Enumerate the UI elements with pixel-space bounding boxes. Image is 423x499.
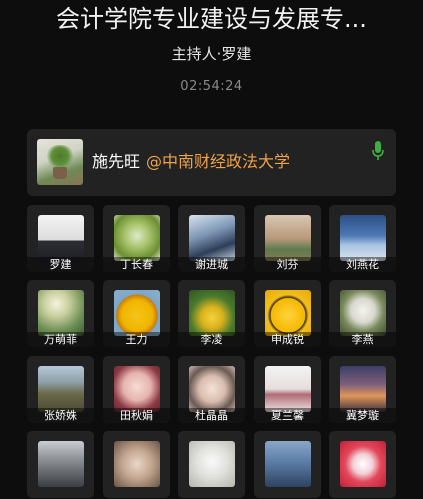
participant-name: 李凌 — [178, 332, 245, 347]
participant-tile[interactable] — [254, 431, 321, 498]
participant-avatar — [189, 290, 235, 336]
participant-tile[interactable] — [27, 431, 94, 498]
participant-tile[interactable]: 王力 — [103, 280, 170, 347]
speaker-info: 施先旺 @中南财经政法大学 — [92, 150, 290, 174]
participant-avatar — [38, 215, 84, 261]
participant-avatar — [340, 441, 386, 487]
participant-avatar — [38, 441, 84, 487]
participant-tile[interactable]: 谢进城 — [178, 205, 245, 272]
participant-avatar — [114, 441, 160, 487]
participant-avatar — [38, 366, 84, 412]
participant-name: 夏兰馨 — [254, 408, 321, 423]
participant-tile[interactable]: 刘芬 — [254, 205, 321, 272]
participant-avatar — [265, 366, 311, 412]
participant-tile[interactable] — [103, 431, 170, 498]
host-label: 主持人·罗建 — [171, 45, 252, 63]
participant-avatar — [265, 290, 311, 336]
participant-avatar — [114, 366, 160, 412]
participant-tile[interactable]: 杜晶晶 — [178, 356, 245, 423]
meeting-timer: 02:54:24 — [180, 79, 243, 94]
participant-tile[interactable]: 冀梦璇 — [329, 356, 396, 423]
participant-avatar — [265, 215, 311, 261]
mic-icon — [372, 141, 384, 160]
participant-tile[interactable]: 张娇姝 — [27, 356, 94, 423]
participant-tile[interactable] — [178, 431, 245, 498]
participant-name: 丁长春 — [103, 257, 170, 272]
participant-name: 谢进城 — [178, 257, 245, 272]
participant-avatar — [340, 290, 386, 336]
speaker-organization: @中南财经政法大学 — [146, 152, 291, 171]
participant-tile[interactable]: 万萌菲 — [27, 280, 94, 347]
participant-avatar — [38, 290, 84, 336]
participant-tile[interactable]: 罗建 — [27, 205, 94, 272]
participant-avatar — [189, 366, 235, 412]
participant-tile[interactable]: 申成锐 — [254, 280, 321, 347]
participant-avatar — [189, 215, 235, 261]
participant-name: 刘燕花 — [329, 257, 396, 272]
participant-tile[interactable] — [329, 431, 396, 498]
participant-name: 刘芬 — [254, 257, 321, 272]
participant-name: 李燕 — [329, 332, 396, 347]
speaker-name: 施先旺 — [92, 152, 141, 171]
participant-tile[interactable]: 李燕 — [329, 280, 396, 347]
participant-name: 张娇姝 — [27, 408, 94, 423]
participant-tile[interactable]: 刘燕花 — [329, 205, 396, 272]
participant-tile[interactable]: 李凌 — [178, 280, 245, 347]
participant-tile[interactable]: 丁长春 — [103, 205, 170, 272]
participant-avatar — [189, 441, 235, 487]
participant-avatar — [340, 215, 386, 261]
participant-avatar — [114, 215, 160, 261]
meeting-screen: 会计学院专业建设与发展专... 主持人·罗建 02:54:24 施先旺 @中南财经… — [0, 0, 423, 499]
participant-tile[interactable]: 夏兰馨 — [254, 356, 321, 423]
participant-name: 田秋娟 — [103, 408, 170, 423]
speaker-avatar — [37, 139, 83, 185]
participant-avatar — [265, 441, 311, 487]
participant-name: 万萌菲 — [27, 332, 94, 347]
participant-avatar — [114, 290, 160, 336]
participant-tile[interactable]: 田秋娟 — [103, 356, 170, 423]
participant-name: 申成锐 — [254, 332, 321, 347]
participant-avatar — [340, 366, 386, 412]
participant-name: 杜晶晶 — [178, 408, 245, 423]
meeting-title: 会计学院专业建设与发展专... — [56, 5, 367, 33]
active-speaker-card[interactable]: 施先旺 @中南财经政法大学 — [27, 129, 396, 196]
participant-name: 王力 — [103, 332, 170, 347]
participant-name: 冀梦璇 — [329, 408, 396, 423]
participant-name: 罗建 — [27, 257, 94, 272]
